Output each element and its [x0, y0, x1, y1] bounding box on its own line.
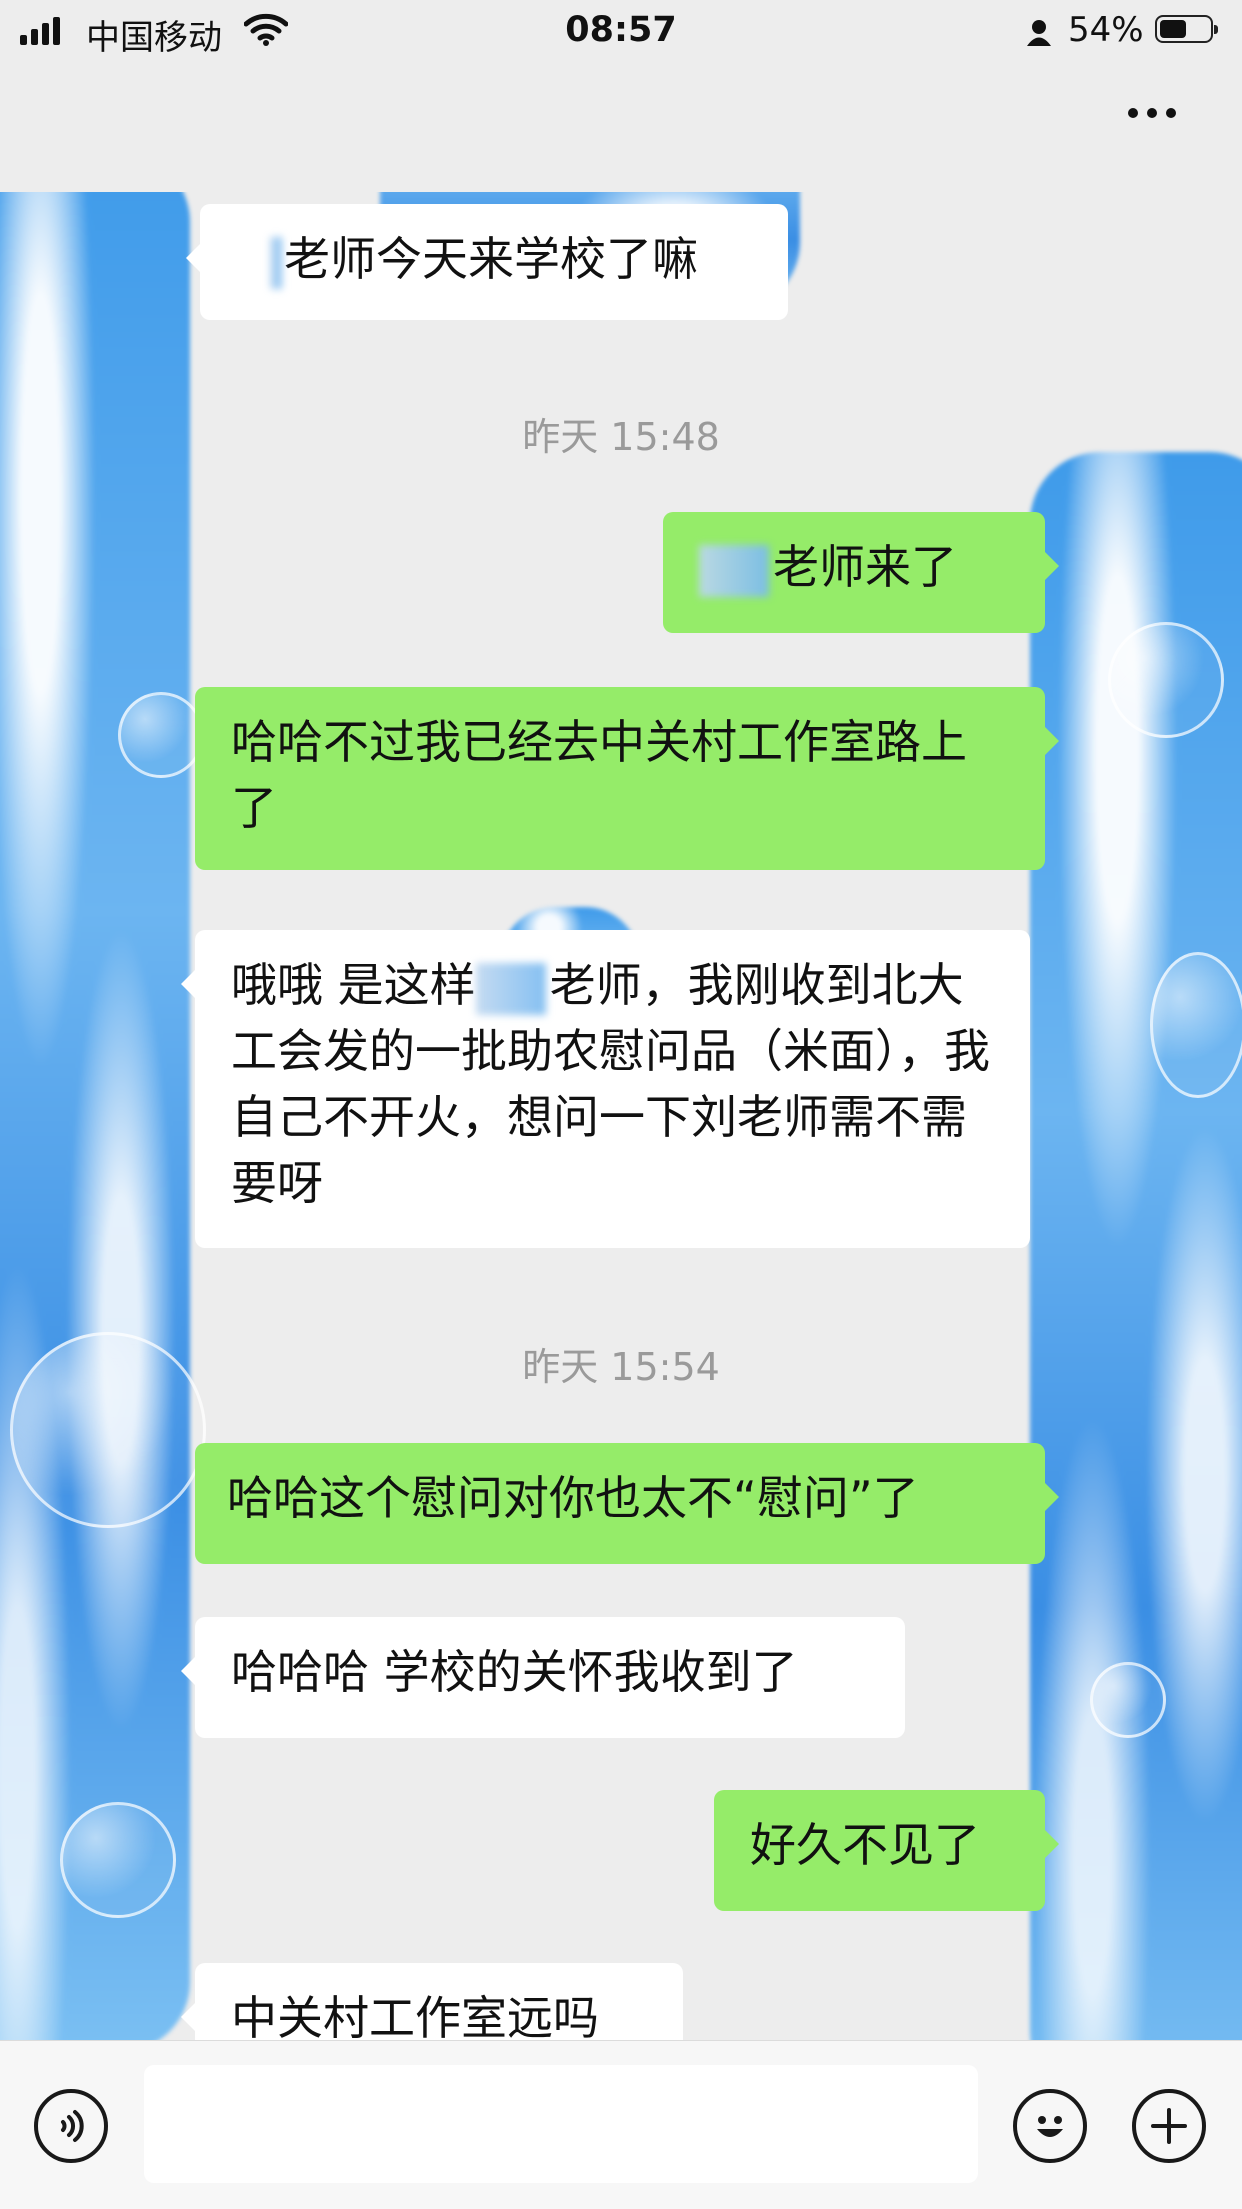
battery-icon: [1155, 15, 1218, 43]
message-text: 哈哈不过我已经去中关村工作室路上了: [231, 715, 967, 835]
incoming-message[interactable]: 中关村工作室远吗: [181, 1963, 683, 2040]
plus-icon[interactable]: [1132, 2089, 1206, 2163]
timestamp: 昨天 15:48: [522, 415, 720, 459]
person-icon: [1026, 16, 1052, 56]
message-text: 老师今天来学校了嘛: [284, 232, 698, 286]
message-text: 好久不见了: [750, 1818, 980, 1872]
soap-bubble: [1090, 1662, 1166, 1738]
timestamp: 昨天 15:54: [522, 1345, 720, 1389]
incoming-message[interactable]: 哦哦 是这样 老师，我刚收到北大工会发的一批助农慰问品（米面），我自己不开火，想问…: [181, 930, 1030, 1248]
cloud-wallpaper-left: [0, 192, 190, 2040]
redacted-mosaic: [699, 544, 769, 597]
message-text: 哈哈哈 学校的关怀我收到了: [231, 1645, 798, 1699]
nav-bar: [0, 62, 1242, 193]
soap-bubble: [60, 1802, 176, 1918]
redacted-mosaic: [475, 962, 546, 1015]
outgoing-message[interactable]: 哈哈不过我已经去中关村工作室路上了: [195, 687, 1059, 870]
more-dots-icon[interactable]: [1128, 108, 1176, 118]
message-text-before: 哦哦 是这样: [231, 958, 476, 1012]
redacted-mosaic: [270, 236, 282, 289]
status-bar: 中国移动 08:57 54%: [0, 0, 1242, 62]
message-text: 老师来了: [773, 540, 957, 594]
emoji-icon[interactable]: [1013, 2089, 1087, 2163]
voice-icon[interactable]: [34, 2089, 108, 2163]
soap-bubble: [118, 692, 204, 778]
message-text: 哈哈这个慰问对你也太不“慰问”了: [227, 1471, 919, 1525]
outgoing-message[interactable]: 老师来了: [663, 512, 1059, 633]
battery-level: [1160, 20, 1186, 38]
soap-bubble: [1108, 622, 1224, 738]
incoming-message[interactable]: 老师今天来学校了嘛: [186, 204, 788, 320]
message-text: 中关村工作室远吗: [231, 1991, 599, 2040]
message-input[interactable]: [144, 2065, 978, 2183]
outgoing-message[interactable]: 哈哈这个慰问对你也太不“慰问”了: [195, 1443, 1059, 1564]
outgoing-message[interactable]: 好久不见了: [714, 1790, 1059, 1911]
incoming-message[interactable]: 哈哈哈 学校的关怀我收到了: [181, 1617, 905, 1738]
input-bar: [0, 2040, 1242, 2209]
battery-percent: 54%: [1068, 10, 1144, 50]
soap-bubble: [1150, 952, 1242, 1098]
clock: 08:57: [565, 10, 677, 50]
chat-area[interactable]: 老师今天来学校了嘛 昨天 15:48 老师来了 哈哈不过我已经去中关村工作室路上…: [0, 192, 1242, 2040]
